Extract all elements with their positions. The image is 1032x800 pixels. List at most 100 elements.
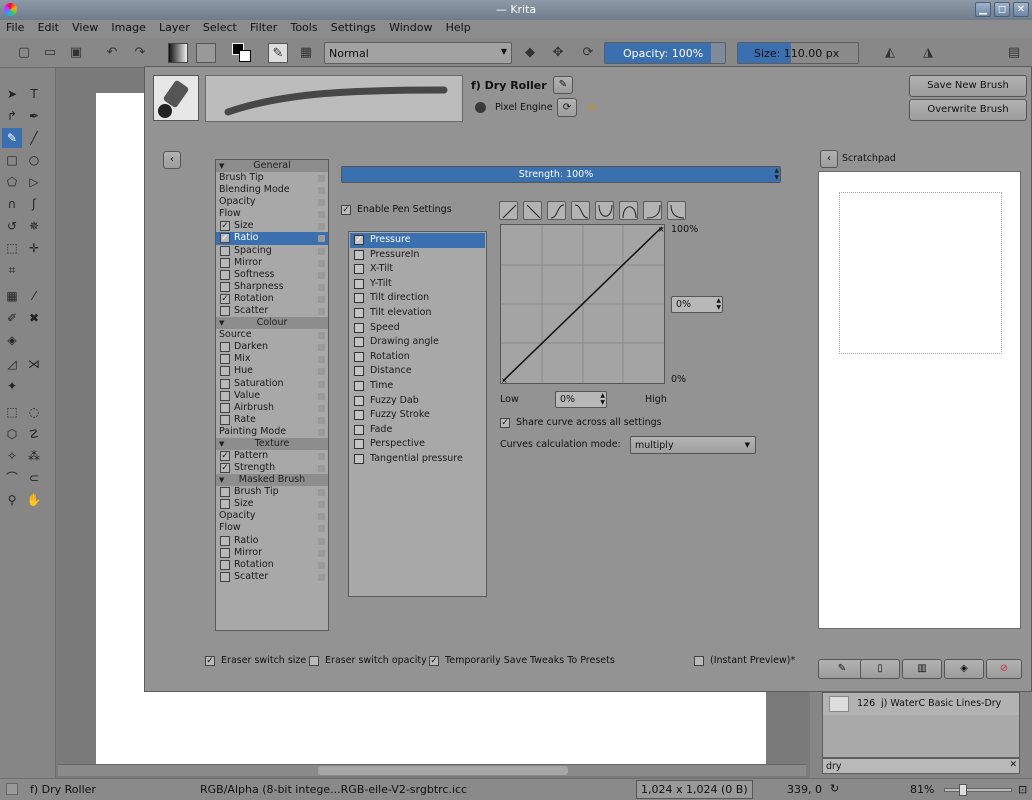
list-item[interactable]: Airbrush [216,402,328,414]
contiguous-select-icon[interactable]: ✧ [2,446,22,466]
sensor-checkbox[interactable] [354,278,364,289]
list-item[interactable]: Darken [216,341,328,353]
workspace-icon[interactable]: ▦ [296,43,316,63]
lock-icon[interactable] [318,271,325,279]
menu-view[interactable]: View [68,20,102,35]
reload-button[interactable]: ⟳ [557,98,577,117]
scratchpad-brush-button[interactable]: ✎ [818,659,866,679]
rotation-icon[interactable]: ↻ [830,782,839,795]
list-item[interactable]: ✓ Size [216,220,328,232]
lock-icon[interactable] [318,489,325,497]
list-item[interactable]: ✓ Pattern [216,450,328,462]
ellipse-select-icon[interactable]: ◌ [24,402,44,422]
spin-arrows-icon[interactable]: ▲ ▼ [774,167,779,181]
lock-icon[interactable] [318,513,325,521]
freehand-select-icon[interactable]: ☡ [24,424,44,444]
lock-icon[interactable] [318,561,325,569]
polygon-tool-icon[interactable]: ⬠ [2,172,22,192]
list-item[interactable]: Blending Mode [216,184,328,196]
minimize-button[interactable]: ▁ [975,2,991,17]
list-item[interactable]: Ratio [216,535,328,547]
lock-icon[interactable] [318,344,325,352]
list-item[interactable]: ✓ Strength [216,462,328,474]
curve-u-button[interactable] [595,201,614,220]
rect-select-icon[interactable]: ⬚ [2,402,22,422]
lock-icon[interactable] [318,416,325,424]
menu-edit[interactable]: Edit [34,20,63,35]
list-item[interactable]: Mix [216,353,328,365]
temp-save-row[interactable]: ✓ Temporarily Save Tweaks To Presets [429,655,615,666]
gradient-icon[interactable] [168,43,188,63]
polyline-tool-icon[interactable]: ▷ [24,172,44,192]
list-item[interactable]: Tilt direction [350,291,485,306]
line-tool-icon[interactable]: ╱ [24,128,44,148]
option-checkbox[interactable] [220,487,230,498]
lock-icon[interactable] [318,404,325,412]
reload-preset-icon[interactable]: ⟳ [578,43,598,63]
lock-icon[interactable] [318,573,325,581]
instant-preview-row[interactable]: (Instant Preview)* [694,655,795,666]
select-shape-icon[interactable]: ➤ [2,84,22,104]
scrollbar-thumb[interactable] [318,766,568,775]
curve-ease-in-button[interactable] [643,201,662,220]
sensor-checkbox[interactable] [354,322,364,333]
list-item[interactable]: Source [216,329,328,341]
eraser-opacity-checkbox[interactable] [309,655,319,666]
zoom-tool-icon[interactable]: ⚲ [2,490,22,510]
list-item[interactable]: Brush Tip [216,486,328,498]
list-item[interactable]: Tangential pressure [350,452,485,467]
list-item[interactable]: Rotation [350,350,485,365]
sensor-checkbox[interactable] [354,264,364,275]
reference-tool-icon[interactable]: ✦ [2,376,22,396]
sensor-checkbox[interactable] [354,337,364,348]
text-tool-icon[interactable]: T [24,84,44,104]
menu-image[interactable]: Image [107,20,149,35]
freehand-brush-icon[interactable]: ✎ [2,128,22,148]
list-item[interactable]: Y-Tilt [350,277,485,292]
calc-mode-select[interactable]: multiply ▼ [630,436,756,454]
lock-icon[interactable] [318,199,325,207]
save-icon[interactable]: ▣ [66,43,86,63]
option-checkbox[interactable] [220,414,230,425]
eraser-size-checkbox[interactable]: ✓ [205,655,215,666]
multibrush-icon[interactable]: ✵ [24,216,44,236]
docker-menu-icon[interactable]: ▤ [1004,43,1024,63]
enable-pen-settings-row[interactable]: ✓ Enable Pen Settings [341,204,452,215]
fg-bg-color-icon[interactable] [232,43,252,63]
similar-select-icon[interactable]: ⁂ [24,446,44,466]
list-item[interactable]: Saturation [216,378,328,390]
enable-pen-checkbox[interactable]: ✓ [341,204,351,215]
curve-editor[interactable]: × × [500,224,665,385]
option-checkbox[interactable] [220,378,230,389]
lock-icon[interactable] [318,452,325,460]
curve-reverse-button[interactable] [523,201,542,220]
pattern-icon[interactable] [196,43,216,63]
move-tool-icon[interactable]: ✛ [24,238,44,258]
lock-icon[interactable] [318,392,325,400]
option-checkbox[interactable] [220,354,230,365]
preset-thumbnail[interactable] [153,75,199,121]
scratchpad-fill-button[interactable]: ◈ [944,659,984,679]
mirror-vertical-icon[interactable]: ◮ [918,43,938,63]
option-category-list[interactable]: GeneralBrush TipBlending ModeOpacityFlow… [215,159,329,631]
lock-icon[interactable] [318,211,325,219]
sensor-checkbox[interactable]: ✓ [354,235,364,245]
list-item[interactable]: PressureIn [350,248,485,263]
option-checkbox[interactable] [220,245,230,256]
undo-icon[interactable]: ↶ [102,43,122,63]
menu-settings[interactable]: Settings [327,20,380,35]
lock-icon[interactable] [318,235,325,243]
list-item[interactable]: Mirror [216,547,328,559]
list-item[interactable]: Drawing angle [350,335,485,350]
size-slider[interactable]: Size: 110.00 px [737,42,859,64]
calligraphy-icon[interactable]: ✒ [24,106,44,126]
curve-input-spin[interactable]: 0% ▲ ▼ [555,391,607,408]
spin-arrows-icon[interactable]: ▲ ▼ [600,392,605,406]
magnetic-select-icon[interactable]: ⊂ [24,468,44,488]
open-document-icon[interactable]: ▭ [40,43,60,63]
lock-icon[interactable] [318,525,325,533]
opacity-slider[interactable]: Opacity: 100% [604,42,726,64]
list-item[interactable]: ✓ Ratio [216,232,328,245]
menu-file[interactable]: File [2,20,28,35]
perspective-grid-icon[interactable]: ⋊ [24,354,44,374]
